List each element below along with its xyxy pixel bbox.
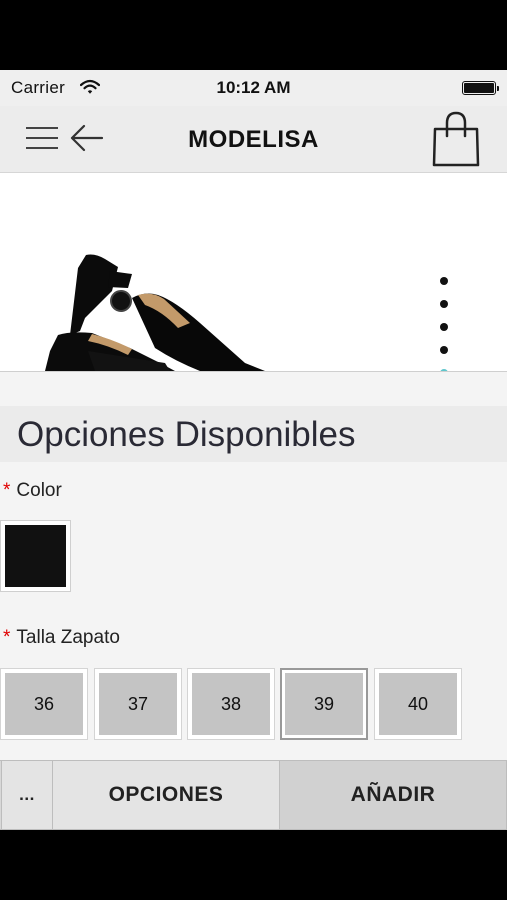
required-mark: * xyxy=(3,480,11,501)
status-bar: Carrier 10:12 AM xyxy=(0,70,507,106)
back-arrow-icon[interactable] xyxy=(70,124,104,152)
size-label: * Talla Zapato xyxy=(3,627,120,649)
clock: 10:12 AM xyxy=(216,78,291,97)
battery-icon xyxy=(462,81,499,95)
shoe-image xyxy=(45,254,265,371)
size-option-37[interactable]: 37 xyxy=(94,668,182,740)
carousel-dot[interactable] xyxy=(440,300,448,308)
options-panel: Opciones Disponibles * Color * Talla Zapat… xyxy=(0,371,507,752)
size-option-40[interactable]: 40 xyxy=(374,668,462,740)
carousel-dot[interactable] xyxy=(440,277,448,285)
options-button[interactable]: OPCIONES xyxy=(52,761,280,829)
carousel-dot[interactable] xyxy=(440,323,448,331)
shopping-bag-icon[interactable] xyxy=(430,111,482,167)
color-swatch-black[interactable] xyxy=(0,520,71,592)
bottom-action-bar: ... OPCIONES AÑADIR xyxy=(0,760,507,830)
required-mark: * xyxy=(3,627,11,648)
menu-icon[interactable] xyxy=(26,124,58,152)
carousel-dots[interactable] xyxy=(440,277,450,371)
size-option-39[interactable]: 39 xyxy=(280,668,368,740)
more-button[interactable]: ... xyxy=(1,761,53,829)
nav-bar: MODELISA xyxy=(0,106,507,173)
size-option-38[interactable]: 38 xyxy=(187,668,275,740)
add-to-cart-button[interactable]: AÑADIR xyxy=(279,761,507,829)
size-label-text: Talla Zapato xyxy=(16,627,120,648)
app-screen: Carrier 10:12 AM MODELISA Opciones Dispo… xyxy=(0,70,507,830)
color-label-text: Color xyxy=(16,480,62,501)
color-label: * Color xyxy=(3,480,62,502)
carousel-dot[interactable] xyxy=(440,346,448,354)
options-title: Opciones Disponibles xyxy=(17,415,356,454)
product-image[interactable] xyxy=(0,173,507,371)
options-header: Opciones Disponibles xyxy=(0,406,507,462)
size-option-36[interactable]: 36 xyxy=(0,668,88,740)
